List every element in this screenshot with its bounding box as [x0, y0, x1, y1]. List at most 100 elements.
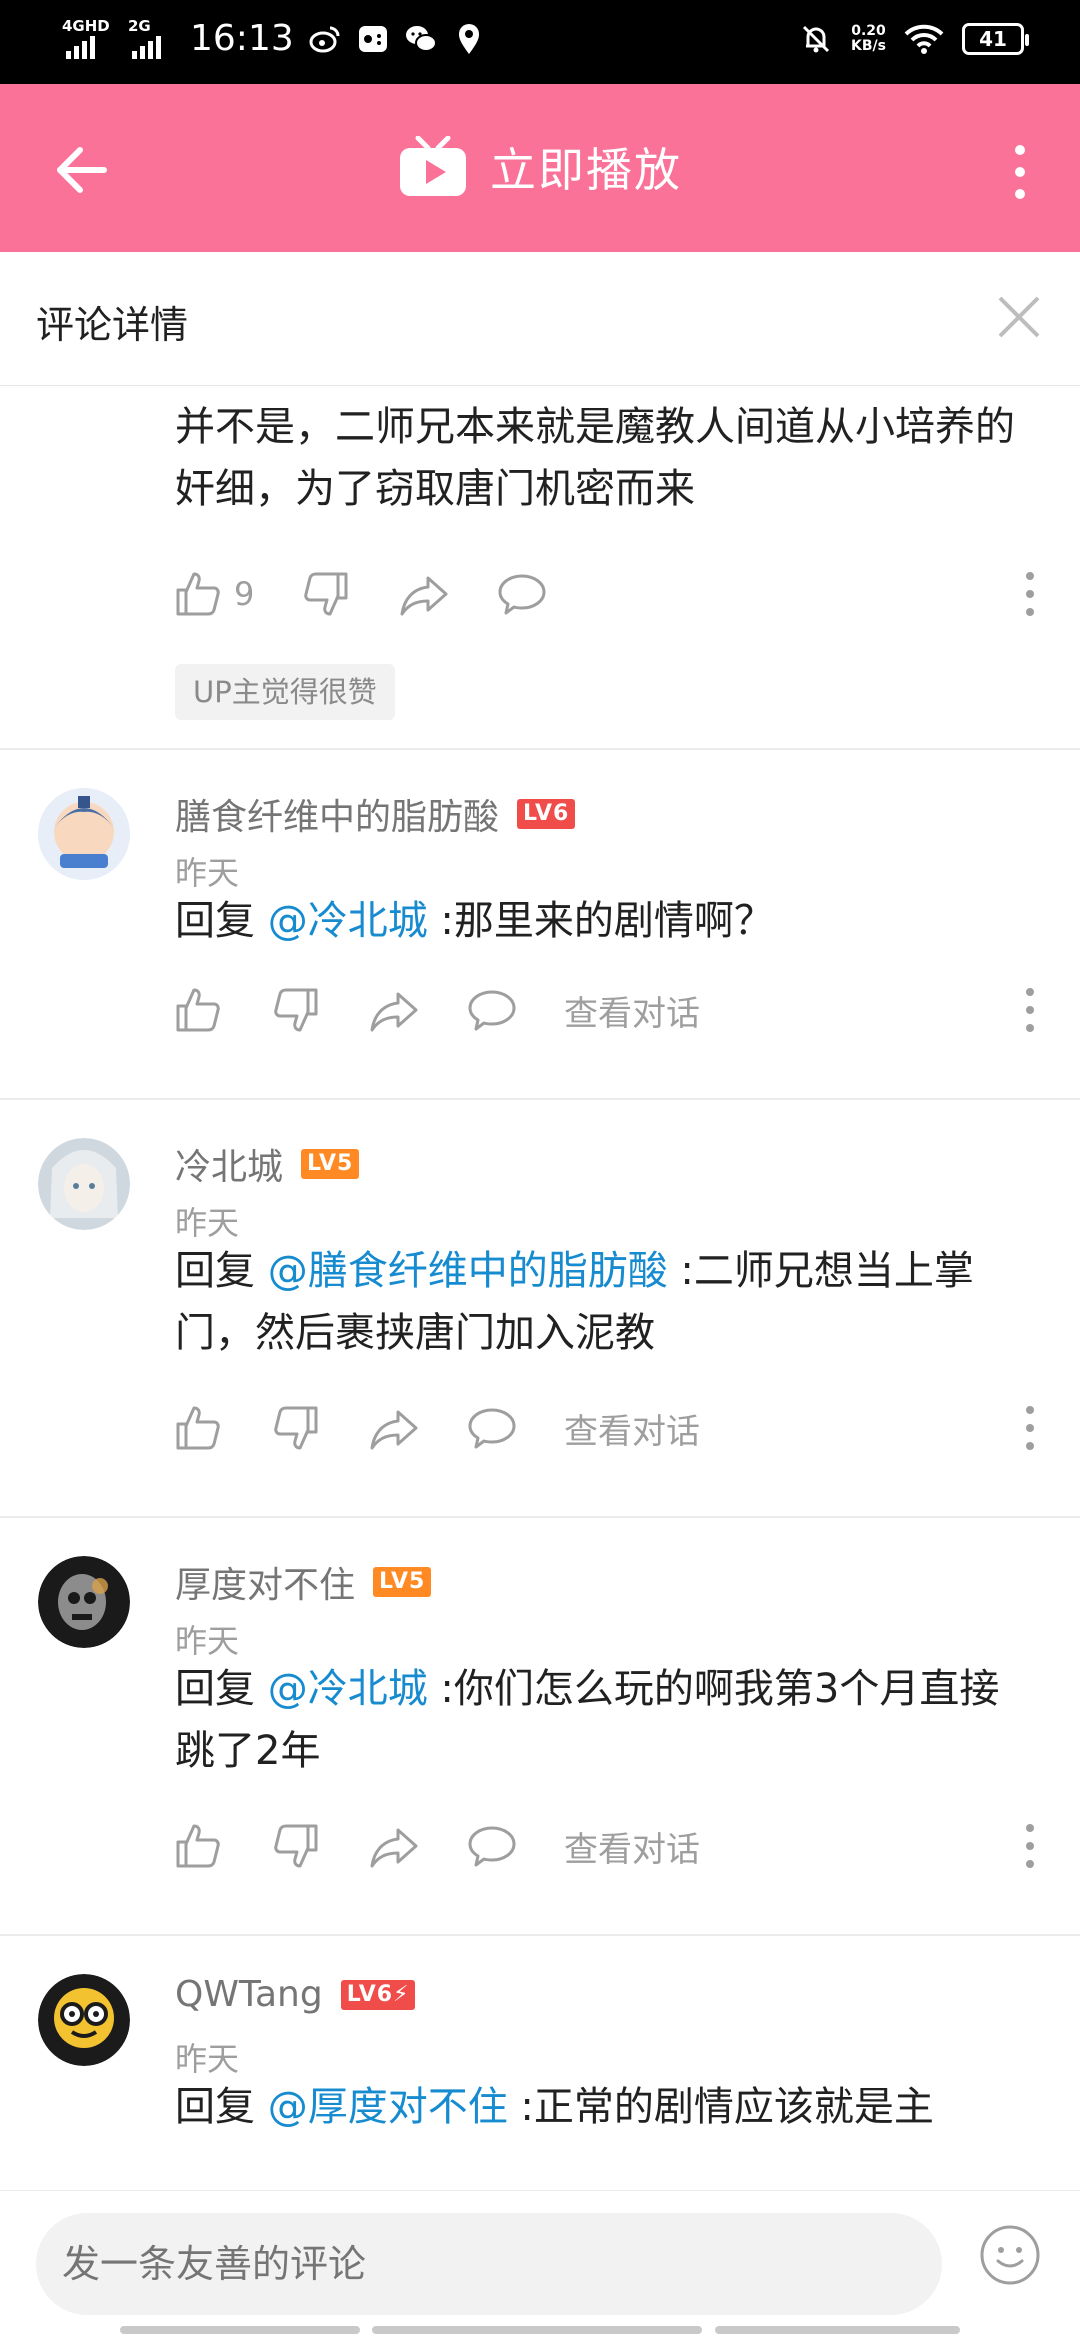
view-conversation-link[interactable]: 查看对话	[564, 1404, 700, 1453]
comment-item: 并不是，二师兄本来就是魔教人间道从小培养的奸细，为了窃取唐门机密而来 9 UP主…	[0, 386, 1080, 750]
reply-button[interactable]	[466, 984, 518, 1036]
level-badge: LV5	[373, 1567, 432, 1597]
comment-detail-header: 评论详情	[0, 252, 1080, 386]
reply-prefix: 回复	[175, 898, 268, 944]
comment-item: 膳食纤维中的脂肪酸 LV6 昨天 回复 @冷北城 :那里来的剧情啊？ 查看对话	[0, 750, 1080, 1100]
reply-button[interactable]	[466, 1402, 518, 1454]
comment-bubble-icon	[468, 1408, 516, 1449]
comment-item: 厚度对不住 LV5 昨天 回复 @冷北城 :你们怎么玩的啊我第3个月直接跳了2年…	[0, 1518, 1080, 1936]
share-button[interactable]	[398, 568, 450, 620]
nav-gesture-bar	[120, 2326, 360, 2334]
emoji-icon[interactable]	[978, 2223, 1042, 2287]
reply-button[interactable]	[496, 568, 548, 620]
comment-composer	[0, 2190, 1080, 2340]
share-icon	[400, 576, 448, 616]
share-button[interactable]	[368, 984, 420, 1036]
nav-gesture-bar	[372, 2326, 702, 2334]
mention-link[interactable]: @冷北城	[268, 1666, 428, 1712]
thumbs-down-icon	[274, 1406, 318, 1450]
comment-text: 回复 @冷北城 :那里来的剧情啊？	[175, 890, 1035, 952]
comment-time: 昨天	[175, 854, 240, 892]
comment-text: 并不是，二师兄本来就是魔教人间道从小培养的奸细，为了窃取唐门机密而来	[175, 404, 1015, 512]
battery-indicator: 41	[962, 23, 1029, 55]
comment-item: QWTang LV6⚡ 昨天 回复 @厚度对不住 :正常的剧情应该就是主	[0, 1936, 1080, 2191]
play-now-label: 立即播放	[490, 143, 682, 197]
mention-link[interactable]: @膳食纤维中的脂肪酸	[268, 1248, 668, 1294]
reply-button[interactable]	[466, 1820, 518, 1872]
network-speed-value: 0.20	[851, 23, 886, 39]
username[interactable]: 厚度对不住	[175, 1556, 355, 1608]
wechat-icon	[405, 25, 437, 52]
page-title: 评论详情	[36, 303, 189, 347]
level-badge: LV6⚡	[340, 1979, 416, 2010]
username-row: 膳食纤维中的脂肪酸 LV6	[175, 788, 576, 840]
avatar[interactable]	[38, 788, 130, 880]
share-icon	[370, 1828, 418, 1868]
reply-prefix: 回复	[175, 2084, 268, 2130]
network-speed: 0.20 KB/s	[851, 24, 886, 54]
avatar[interactable]	[38, 1138, 130, 1230]
comment-time: 昨天	[175, 2040, 240, 2078]
game-controller-icon	[358, 25, 387, 52]
comment-more-icon[interactable]	[1020, 570, 1040, 618]
dislike-button[interactable]	[270, 984, 322, 1036]
sim1-label: 4GHD	[62, 16, 110, 35]
more-options-icon[interactable]	[1000, 142, 1040, 202]
level-badge: LV5	[301, 1149, 360, 1179]
thumbs-up-icon	[176, 1824, 220, 1868]
comment-list[interactable]: 并不是，二师兄本来就是魔教人间道从小培养的奸细，为了窃取唐门机密而来 9 UP主…	[0, 386, 1080, 2191]
username[interactable]: QWTang	[175, 1974, 323, 2015]
username[interactable]: 冷北城	[175, 1138, 283, 1190]
thumbs-down-icon	[304, 572, 348, 616]
mention-link[interactable]: @厚度对不住	[268, 2084, 508, 2130]
comment-item: 冷北城 LV5 昨天 回复 @膳食纤维中的脂肪酸 :二师兄想当上掌门，然后裹挟唐…	[0, 1100, 1080, 1518]
comment-bubble-icon	[498, 574, 546, 615]
avatar[interactable]	[38, 1974, 130, 2066]
mention-link[interactable]: @冷北城	[268, 898, 428, 944]
close-icon[interactable]	[994, 292, 1044, 342]
notifications-off-icon	[802, 25, 830, 53]
cellular-signal-2-icon: 2G	[128, 16, 172, 59]
username-row: 冷北城 LV5	[175, 1138, 360, 1190]
weibo-icon	[309, 26, 340, 52]
comment-time: 昨天	[175, 1204, 240, 1242]
network-speed-unit: KB/s	[851, 38, 886, 54]
username-row: QWTang LV6⚡	[175, 1974, 416, 2015]
comment-more-icon[interactable]	[1020, 1404, 1040, 1452]
like-button[interactable]	[172, 1820, 224, 1872]
comment-text: 回复 @膳食纤维中的脂肪酸 :二师兄想当上掌门，然后裹挟唐门加入泥教	[175, 1240, 1035, 1364]
like-button[interactable]	[172, 1402, 224, 1454]
share-button[interactable]	[368, 1402, 420, 1454]
like-count: 9	[234, 575, 255, 613]
thumbs-down-icon	[274, 988, 318, 1032]
location-pin-icon	[458, 23, 479, 54]
comment-more-icon[interactable]	[1020, 986, 1040, 1034]
comment-more-icon[interactable]	[1020, 1822, 1040, 1870]
nav-gesture-bar	[715, 2326, 960, 2334]
dislike-button[interactable]	[270, 1402, 322, 1454]
username[interactable]: 膳食纤维中的脂肪酸	[175, 788, 499, 840]
comment-bubble-icon	[468, 1826, 516, 1867]
like-button[interactable]	[172, 984, 224, 1036]
sim2-label: 2G	[128, 16, 151, 35]
view-conversation-link[interactable]: 查看对话	[564, 986, 700, 1035]
comment-input[interactable]	[36, 2213, 942, 2315]
thumbs-up-icon	[176, 1406, 220, 1450]
share-icon	[370, 992, 418, 1032]
comment-actions: 查看对话	[172, 980, 1040, 1040]
cellular-signal-icon: 4GHD	[62, 16, 114, 59]
comment-text: 回复 @冷北城 :你们怎么玩的啊我第3个月直接跳了2年	[175, 1658, 1035, 1782]
share-button[interactable]	[368, 1820, 420, 1872]
reply-prefix: 回复	[175, 1248, 268, 1294]
status-bar: 4GHD 2G 16:13 0.20 KB/s 41	[0, 0, 1080, 84]
dislike-button[interactable]	[300, 568, 352, 620]
avatar[interactable]	[38, 1556, 130, 1648]
comment-bubble-icon	[468, 990, 516, 1031]
dislike-button[interactable]	[270, 1820, 322, 1872]
tv-play-icon	[400, 136, 466, 196]
top-app-bar: 立即播放	[0, 84, 1080, 252]
view-conversation-link[interactable]: 查看对话	[564, 1822, 700, 1871]
play-now-button[interactable]: 立即播放	[0, 134, 1080, 200]
like-button[interactable]: 9	[172, 568, 254, 620]
comment-text: 回复 @厚度对不住 :正常的剧情应该就是主	[175, 2076, 1035, 2138]
